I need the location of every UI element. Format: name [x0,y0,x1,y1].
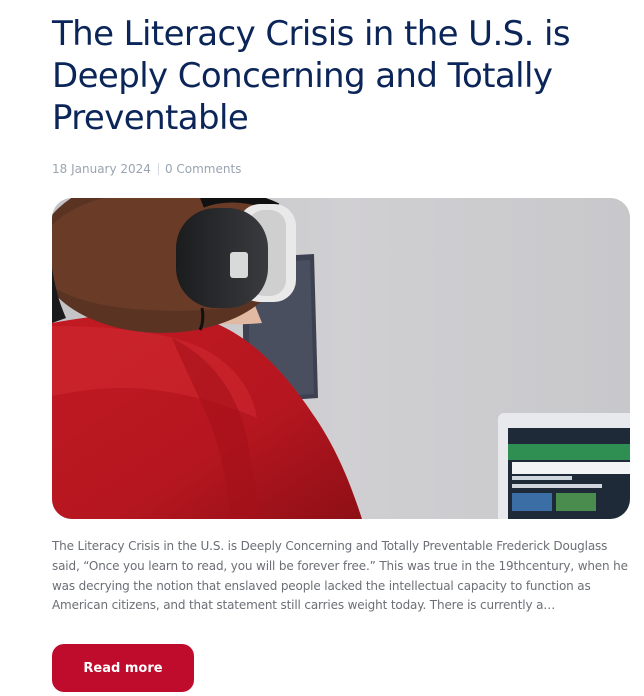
meta-divider [157,163,159,175]
comments-link[interactable]: 0 Comments [165,162,242,176]
post-date: 18 January 2024 [52,162,151,176]
laptop [498,413,630,519]
blog-post: The Literacy Crisis in the U.S. is Deepl… [52,0,632,692]
post-excerpt: The Literacy Crisis in the U.S. is Deepl… [52,539,628,613]
featured-image[interactable] [52,198,630,519]
post-meta: 18 January 2024 0 Comments [52,162,241,176]
post-title[interactable]: The Literacy Crisis in the U.S. is Deepl… [52,0,642,139]
read-more-button[interactable]: Read more [52,644,194,692]
headphones [176,204,296,308]
